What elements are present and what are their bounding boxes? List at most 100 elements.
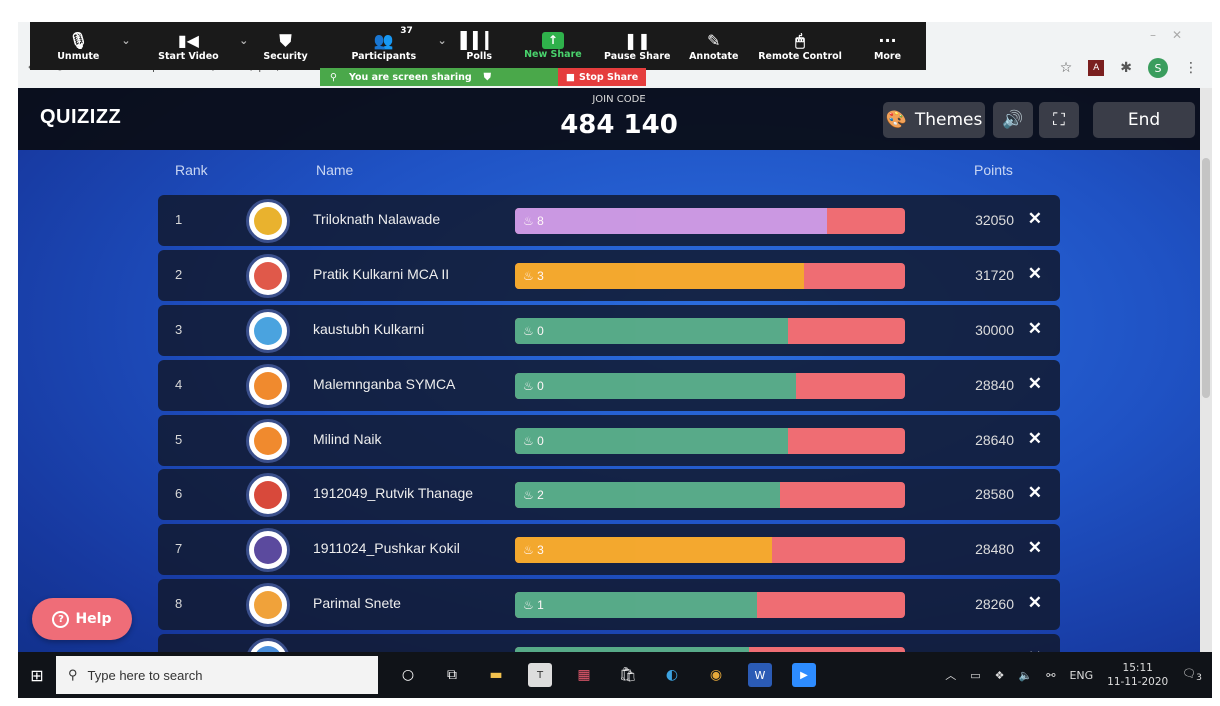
zoom-app-icon[interactable]: ▶ (792, 663, 816, 687)
streak-count: 8 (537, 214, 544, 228)
remove-player-button[interactable]: ✕ (1028, 538, 1042, 558)
chevron-up-icon[interactable]: ︿ (945, 667, 956, 683)
remove-player-button[interactable]: ✕ (1028, 429, 1042, 449)
network-icon[interactable]: ⚯ (1046, 669, 1055, 682)
puzzle-icon[interactable]: ✱ (1120, 60, 1132, 76)
sound-button[interactable]: 🔊 (993, 102, 1033, 138)
more-dots-icon: ··· (878, 30, 897, 50)
more-button[interactable]: ··· More (863, 22, 912, 70)
player-avatar (246, 199, 290, 243)
streak-count: 2 (537, 488, 544, 503)
windows-taskbar: ⊞ ⚲ Type here to search ○ ⧉ ▬ T ▦ 🛍 ◐ ◉ … (18, 652, 1212, 698)
zoom-meeting-toolbar: 🎙 Unmute ⌄ ▮◀ Start Video ⌄ ⛊ Security 👥… (30, 22, 926, 70)
fullscreen-icon: ⛶ (1053, 110, 1065, 130)
pdf-extension-icon[interactable]: A (1088, 60, 1105, 76)
mouse-icon: 🖱 (795, 30, 805, 50)
player-avatar (246, 583, 290, 628)
player-name: Malemnganba SYMCA (313, 375, 456, 392)
points-header: Points (974, 162, 1013, 178)
score-bar-fill: ♨ 8 (515, 208, 827, 234)
leaderboard-row: 4 Malemnganba SYMCA ♨ 0 28840 ✕ (158, 359, 1060, 411)
remove-player-button[interactable]: ✕ (1028, 374, 1042, 394)
streak-icon: ♨ (523, 488, 534, 503)
chrome-icon[interactable]: ◉ (704, 663, 728, 687)
player-name: 1911024_Pushkar Kokil (313, 540, 460, 557)
new-share-button[interactable]: ↑ New Share (514, 22, 592, 70)
edge-icon[interactable]: ◐ (660, 663, 684, 687)
star-icon[interactable]: ☆ (1060, 60, 1073, 76)
question-icon: ? (52, 610, 70, 628)
windows-start-button[interactable]: ⊞ (18, 652, 56, 698)
streak-icon: ♨ (523, 543, 534, 558)
fullscreen-button[interactable]: ⛶ (1039, 102, 1079, 138)
remote-control-button[interactable]: 🖱 Remote Control (751, 22, 849, 70)
score-bar-fill: ♨ 2 (515, 482, 781, 509)
score-bar: ♨ 0 (515, 372, 905, 399)
search-icon: ⚲ (68, 667, 78, 682)
themes-button[interactable]: 🎨 Themes (883, 102, 985, 138)
avatar-icon (254, 261, 282, 290)
annotate-button[interactable]: ✎ Annotate (682, 22, 745, 70)
page-scrollbar[interactable] (1200, 88, 1212, 674)
shield-icon: ⛊ (279, 30, 292, 50)
rank-number: 2 (175, 266, 183, 282)
shield-icon: ⛊ (483, 71, 491, 83)
quizizz-topbar: QUIZIZZ JOIN CODE 484 140 🎨 Themes 🔊 ⛶ E… (18, 88, 1200, 150)
file-explorer-icon[interactable]: ▬ (484, 663, 508, 687)
player-name: Triloknath Nalawade (313, 211, 441, 227)
tex-app-icon[interactable]: T (528, 663, 552, 687)
streak-icon: ♨ (523, 378, 534, 393)
chevron-down-icon[interactable]: ⌄ (438, 34, 447, 47)
store-icon[interactable]: 🛍 (616, 663, 640, 687)
streak-count: 3 (537, 268, 544, 283)
cortana-icon[interactable]: ○ (396, 663, 420, 687)
scrollbar-thumb[interactable] (1202, 158, 1210, 398)
speaker-icon: 🔊 (1002, 110, 1024, 130)
task-view-icon[interactable]: ⧉ (440, 663, 464, 687)
player-points: 31720 (975, 266, 1014, 283)
battery-icon[interactable]: ▭ (970, 669, 980, 682)
chevron-down-icon[interactable]: ⌄ (121, 34, 130, 47)
end-button[interactable]: End (1093, 102, 1195, 138)
pause-icon: ❚❚ (623, 30, 651, 50)
remove-player-button[interactable]: ✕ (1028, 209, 1042, 229)
rank-number: 6 (175, 486, 183, 502)
polls-button[interactable]: ▌▍▎ Polls (455, 22, 504, 70)
help-button[interactable]: ? Help (32, 598, 132, 640)
security-button[interactable]: ⛊ Security (250, 22, 321, 70)
player-name: kaustubh Kulkarni (313, 320, 425, 337)
rank-number: 5 (175, 431, 183, 447)
leaderboard-row: 6 1912049_Rutvik Thanage ♨ 2 28580 ✕ (158, 469, 1060, 521)
remove-player-button[interactable]: ✕ (1028, 319, 1042, 339)
remove-player-button[interactable]: ✕ (1028, 483, 1042, 503)
player-name: 1912049_Rutvik Thanage (313, 485, 474, 502)
profile-avatar[interactable]: S (1148, 58, 1168, 78)
pause-share-button[interactable]: ❚❚ Pause Share (598, 22, 676, 70)
unmute-button[interactable]: 🎙 Unmute ⌄ (44, 22, 130, 70)
remove-player-button[interactable]: ✕ (1028, 593, 1042, 613)
avatar-icon (254, 536, 282, 565)
video-off-icon: ▮◀ (177, 30, 199, 50)
start-video-button[interactable]: ▮◀ Start Video ⌄ (135, 22, 248, 70)
language-indicator[interactable]: ENG (1069, 669, 1093, 682)
chevron-down-icon[interactable]: ⌄ (239, 34, 248, 47)
clock[interactable]: 15:11 11-11-2020 (1107, 661, 1168, 689)
gift-app-icon[interactable]: ▦ (572, 663, 596, 687)
player-points: 28640 (975, 431, 1014, 448)
taskbar-search[interactable]: ⚲ Type here to search (56, 656, 378, 694)
taskbar-apps: ○ ⧉ ▬ T ▦ 🛍 ◐ ◉ W ▶ (396, 663, 816, 687)
remove-player-button[interactable]: ✕ (1028, 264, 1042, 284)
score-bar-fill: ♨ 3 (515, 262, 804, 289)
stop-share-button[interactable]: ■ Stop Share (558, 68, 647, 86)
player-avatar (246, 418, 290, 463)
volume-icon[interactable]: 🔈 (1019, 669, 1033, 682)
window-controls[interactable]: –✕ (1150, 28, 1198, 42)
quizizz-leaderboard: QUIZIZZ JOIN CODE 484 140 🎨 Themes 🔊 ⛶ E… (18, 88, 1200, 674)
player-name: Milind Naik (313, 430, 382, 447)
menu-dots-icon[interactable]: ⋮ (1184, 60, 1198, 76)
participants-button[interactable]: 👥 37 Participants ⌄ (335, 22, 446, 70)
notifications-icon[interactable]: 🗨3 (1182, 667, 1202, 683)
dropbox-icon[interactable]: ❖ (995, 669, 1005, 682)
word-icon[interactable]: W (748, 663, 772, 687)
streak-icon: ♨ (523, 268, 534, 283)
